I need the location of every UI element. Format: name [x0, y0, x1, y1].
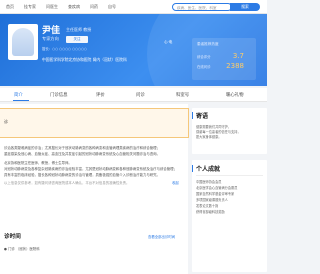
- disclaimer-text: 以上信息仅供参考，如有疑问请咨询医院或本人确认，平台不对信息的准确性负责。: [4, 181, 130, 185]
- doctor-specialty: 专家方向: [42, 36, 59, 41]
- nav-item-ask-doctor[interactable]: 问医生: [46, 4, 58, 10]
- collapse-link[interactable]: 收起: [172, 180, 179, 185]
- achievement-item: 多项国家级课题负责人: [196, 198, 228, 202]
- nav-item-drugs[interactable]: 问药: [90, 4, 98, 10]
- rating-header: 患者推荐热度: [197, 42, 219, 46]
- intro-line-1: 诊治各类疑难病症的诊治；尤其擅长对于冠状动脉病变的各种病变和血管病理类疾病的治疗…: [4, 146, 160, 150]
- doctor-title: 主任医师 教授: [66, 27, 92, 32]
- doctor-name: 尹佳: [42, 26, 61, 36]
- doctor-expertise-tags: 擅长：○○ ○○○○ ○○○○○: [42, 47, 87, 51]
- consult-count-label: 在线问诊: [197, 65, 211, 69]
- rating-score: 3.7: [232, 52, 244, 60]
- tab-reviews[interactable]: 评价: [96, 92, 105, 98]
- nav-item-number[interactable]: 自号: [108, 4, 116, 10]
- search-placeholder: 疾病、医生、医院、科室: [177, 5, 217, 10]
- intro-line-2: 重症感染及冠心病、血管炎症、高血压及并发症引起的冠状动脉病变系统及心血管相关问题…: [4, 152, 160, 156]
- schedule-row: ● 门诊 （冠状）医院科: [4, 247, 40, 251]
- doctor-header-banner: 尹佳 主任医师 教授 专家方向 关注 擅长：○○ ○○○○ ○○○○○ 中国医学…: [0, 14, 267, 86]
- notice-label: 诊: [4, 119, 8, 124]
- bio-line-3: 具有丰富的临床经验，擅长各种冠状动脉病变的诊治与管理，具备极强的血管介入诊断治疗…: [4, 173, 160, 177]
- achievements-card-title: 个人成就: [196, 166, 221, 173]
- main-content: 诊 诊治各类疑难病症的诊治；尤其擅长对于冠状动脉病变的各种病变和血管病理类疾病的…: [0, 104, 189, 274]
- bio-line-1: 北京协和医院主任医师、教授，博士生导师。: [4, 161, 72, 165]
- achievement-item: 北京医学会心血管病分会委员: [196, 186, 238, 190]
- achievement-item: 发表论文数十篇: [196, 204, 219, 208]
- tab-dept-number[interactable]: 科室号: [176, 92, 189, 98]
- card-accent-bar: [192, 112, 194, 119]
- card-accent-bar: [192, 165, 194, 172]
- message-card: 寄语 健康需要我们共同守护， 感谢每一位患者的信任与支持， 愿大家身体健康。: [192, 108, 267, 154]
- rating-card: 患者推荐热度 综合评分 3.7 在线问诊 2388: [192, 38, 256, 80]
- message-card-title: 寄语: [196, 113, 209, 120]
- achievement-item: 国家自然科学基金评审专家: [196, 192, 235, 196]
- active-tab-indicator: [13, 100, 29, 101]
- tab-intro[interactable]: 简介: [14, 92, 23, 98]
- tab-gifts[interactable]: 暖心礼物: [226, 92, 244, 98]
- search-button[interactable]: 搜索: [230, 3, 260, 11]
- doctor-hospital[interactable]: 中国医学科学院北京协和医院 肾内（冠状）医院科: [42, 57, 127, 63]
- view-all-schedule-link[interactable]: 查看全部出诊时间: [148, 234, 175, 239]
- schedule-section-title: 诊时间: [4, 234, 21, 240]
- consult-count: 2388: [226, 62, 244, 70]
- profile-tabs: 简介 门诊信息 评价 问诊 科室号 暖心礼物: [0, 88, 267, 102]
- nav-item-home[interactable]: 首页: [6, 4, 14, 10]
- tab-consult[interactable]: 问诊: [136, 92, 145, 98]
- bio-line-2: 对冠状动脉病变及各种复杂冠脉疾病的诊治经验丰富，尤其是冠状动脉病变和各种冠脉病变…: [4, 167, 177, 171]
- achievements-card: 个人成就 中国医师协会会员 北京医学会心血管病分会委员 国家自然科学基金评审专家…: [192, 160, 267, 272]
- message-line-3: 愿大家身体健康。: [196, 135, 222, 139]
- search-input[interactable]: 疾病、医生、医院、科室: [172, 3, 232, 11]
- follow-button[interactable]: 关注: [66, 36, 88, 43]
- achievement-item: 中国医师协会会员: [196, 180, 222, 184]
- hero-side-label: 心·电: [164, 40, 173, 44]
- achievement-item: 获得省部级科技奖励: [196, 210, 225, 214]
- doctor-avatar: [8, 24, 38, 60]
- nav-item-diseases[interactable]: 查疾病: [68, 4, 80, 10]
- right-sidebar: 寄语 健康需要我们共同守护， 感谢每一位患者的信任与支持， 愿大家身体健康。 个…: [192, 104, 267, 274]
- top-navigation-bar: 首页 挂专家 问医生 查疾病 问药 自号 疾病、医生、医院、科室 搜索: [0, 0, 267, 14]
- tab-clinic-info[interactable]: 门诊信息: [50, 92, 68, 98]
- notice-banner: 诊: [0, 108, 189, 138]
- score-label: 综合评分: [197, 55, 211, 59]
- avatar-silhouette-icon: [12, 28, 34, 56]
- card-divider: [196, 175, 263, 176]
- nav-item-registration[interactable]: 挂专家: [24, 4, 36, 10]
